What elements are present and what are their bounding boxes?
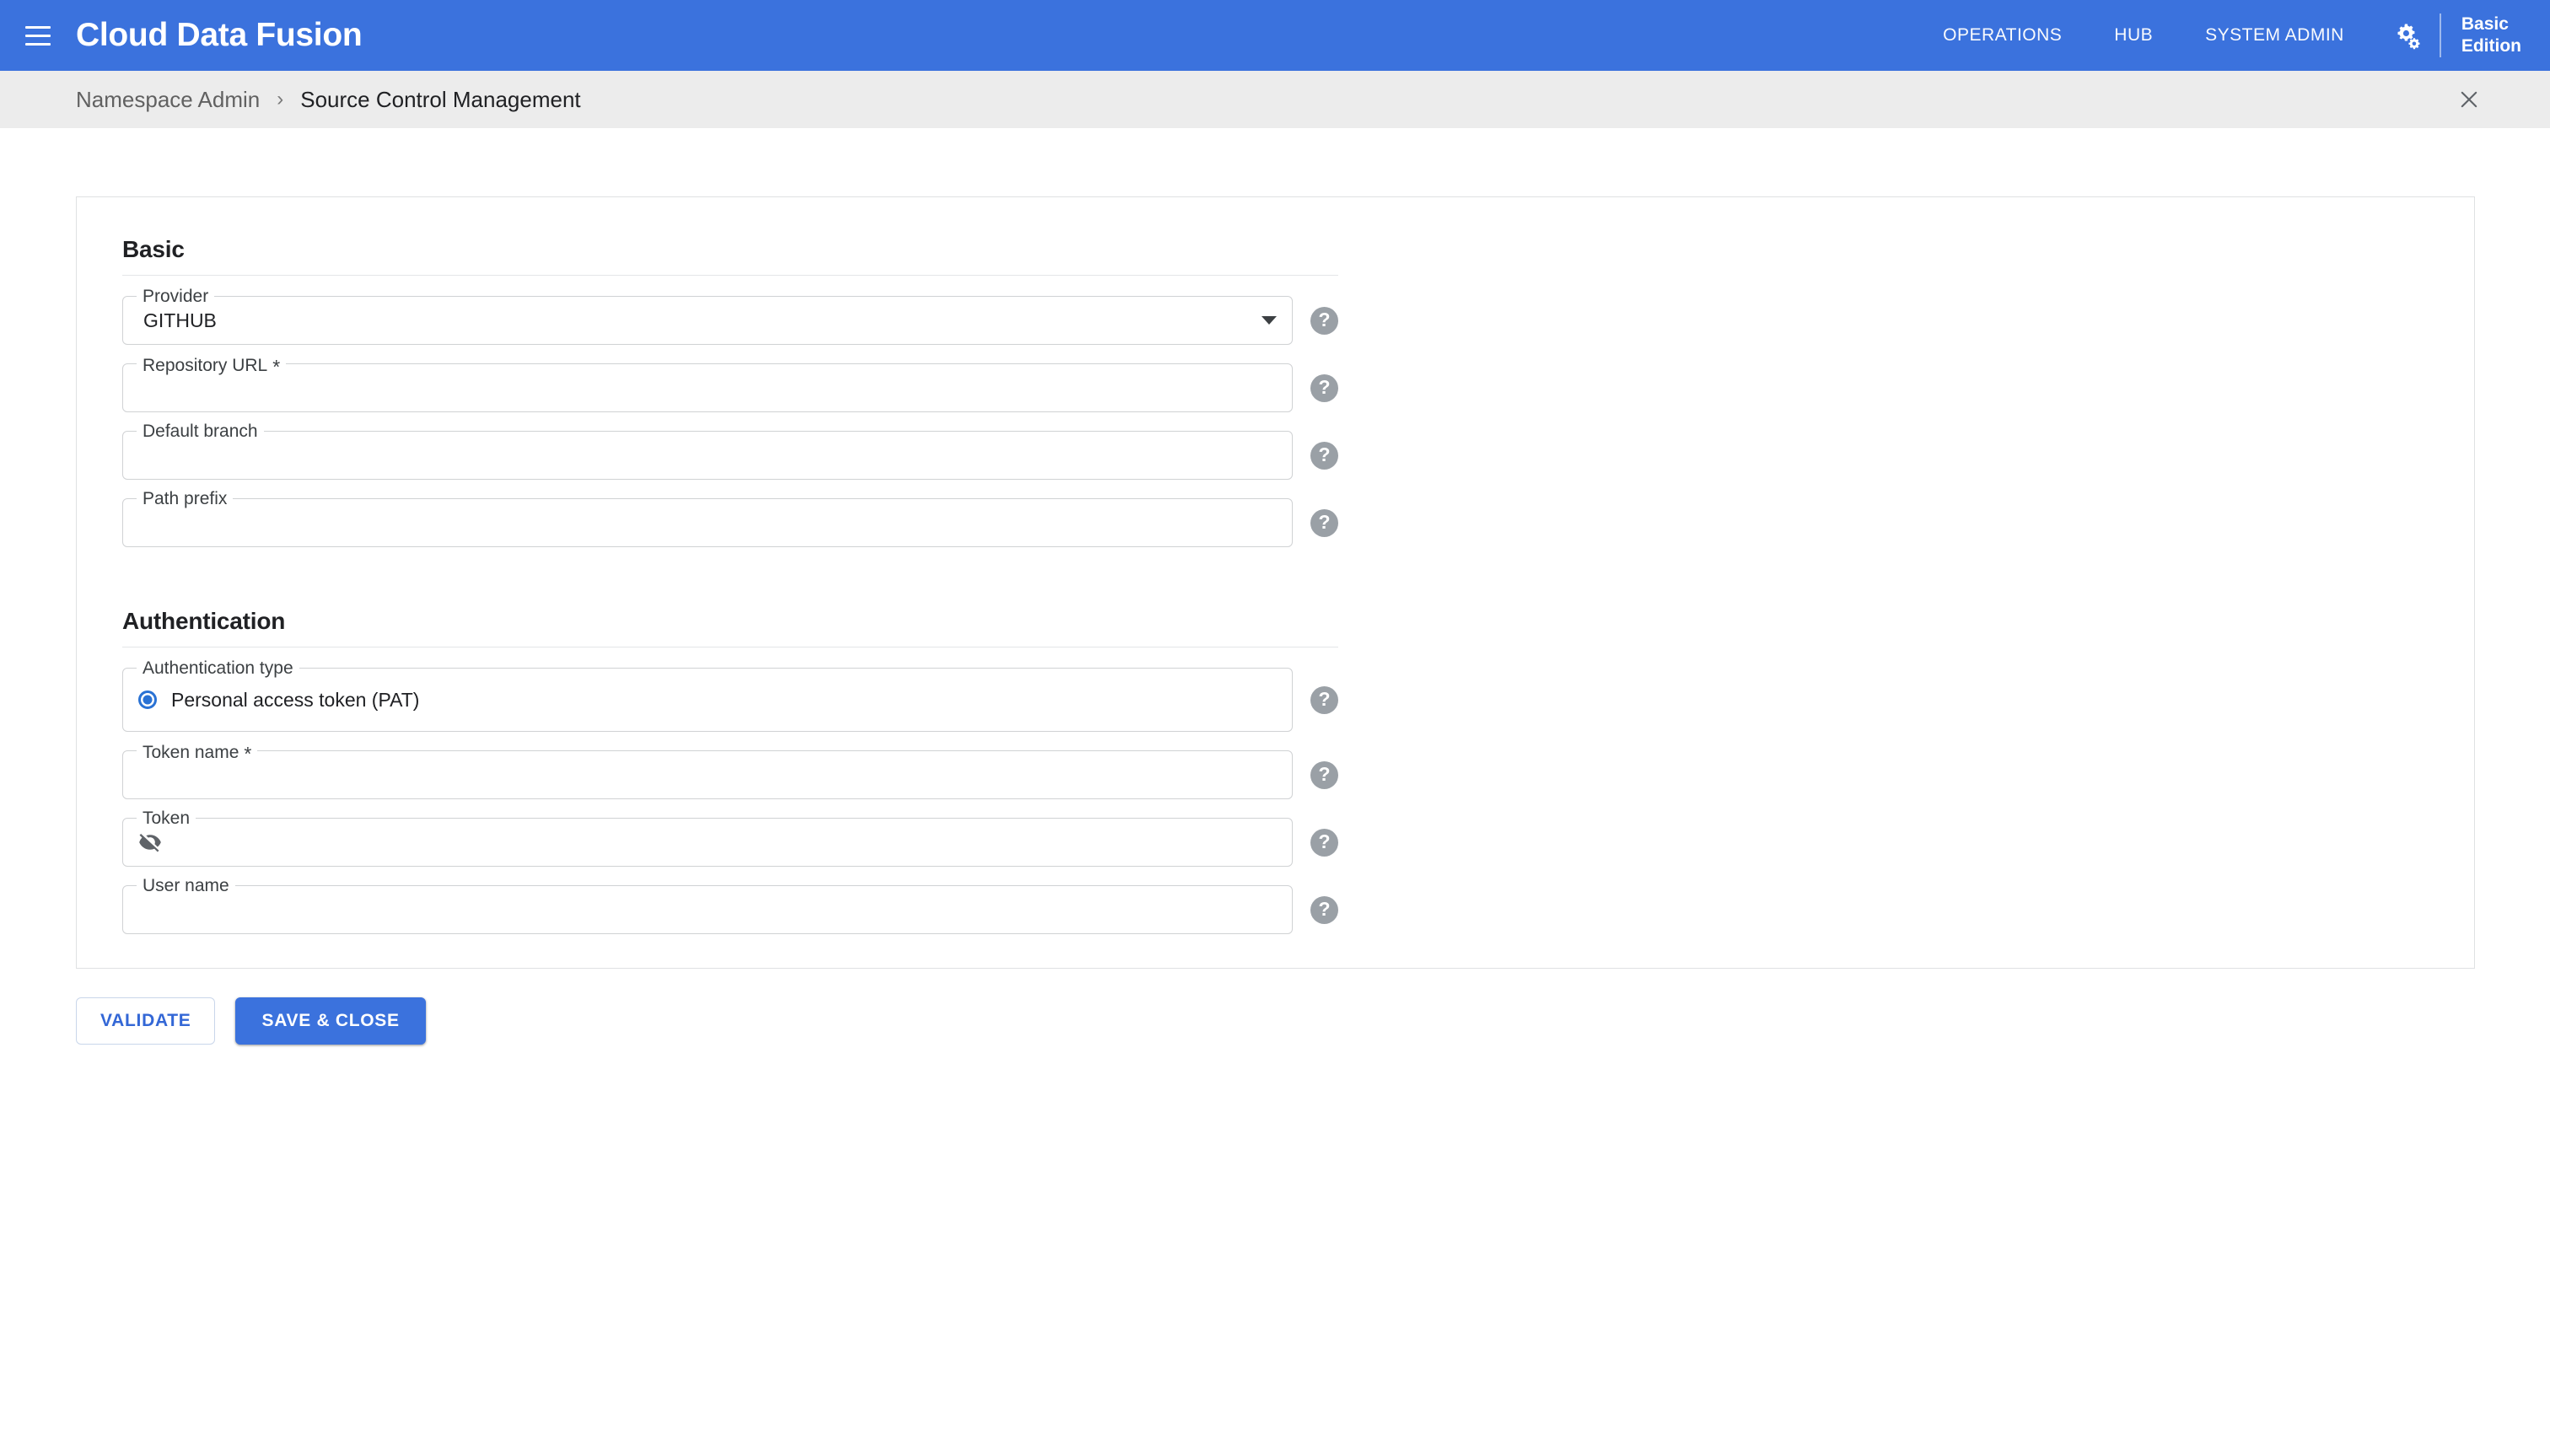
hamburger-bar <box>25 34 51 37</box>
edition-line-1: Basic <box>2461 14 2509 35</box>
field-row-provider: Provider GITHUB ? <box>122 287 1338 345</box>
help-icon[interactable]: ? <box>1310 686 1338 714</box>
validate-button[interactable]: VALIDATE <box>76 997 216 1045</box>
authentication-type-label: Authentication type <box>137 659 299 678</box>
field-row-default-branch: Default branch ? <box>122 422 1338 480</box>
help-icon[interactable]: ? <box>1310 307 1338 335</box>
app-brand-title: Cloud Data Fusion <box>76 17 363 53</box>
default-branch-input[interactable] <box>138 432 1277 479</box>
nav-system-admin[interactable]: SYSTEM ADMIN <box>2179 25 2370 46</box>
field-row-path-prefix: Path prefix ? <box>122 490 1338 547</box>
hamburger-bar <box>25 42 51 46</box>
token-field[interactable]: Token <box>122 809 1293 867</box>
edition-badge: Basic Edition <box>2441 13 2550 56</box>
gear-icon[interactable] <box>2370 21 2440 50</box>
breadcrumb-separator-icon: › <box>277 88 284 110</box>
provider-select[interactable]: Provider GITHUB <box>122 287 1293 345</box>
nav-operations[interactable]: OPERATIONS <box>1917 25 2088 46</box>
breadcrumb-parent-link[interactable]: Namespace Admin <box>76 87 260 113</box>
save-and-close-button[interactable]: SAVE & CLOSE <box>235 997 426 1045</box>
field-row-user-name: User name ? <box>122 877 1338 934</box>
field-row-repository-url: Repository URL * ? <box>122 355 1338 412</box>
path-prefix-field[interactable]: Path prefix <box>122 490 1293 547</box>
breadcrumb: Namespace Admin › Source Control Managem… <box>0 71 2550 128</box>
hamburger-bar <box>25 25 51 29</box>
field-row-token-name: Token name * ? <box>122 742 1338 799</box>
user-name-input[interactable] <box>138 886 1277 933</box>
app-header-nav: OPERATIONS HUB SYSTEM ADMIN Basic Editio… <box>1917 0 2550 71</box>
authentication-type-field: Authentication type Personal access toke… <box>122 659 1293 732</box>
provider-selected-value: GITHUB <box>143 309 217 331</box>
default-branch-field[interactable]: Default branch <box>122 422 1293 480</box>
provider-label: Provider <box>137 287 215 306</box>
radio-option-label: Personal access token (PAT) <box>171 688 420 711</box>
path-prefix-input[interactable] <box>138 499 1277 546</box>
eye-off-icon[interactable] <box>138 830 162 854</box>
token-name-field[interactable]: Token name * <box>122 742 1293 799</box>
app-header: Cloud Data Fusion OPERATIONS HUB SYSTEM … <box>0 0 2550 71</box>
token-input[interactable] <box>165 819 1277 866</box>
radio-icon[interactable] <box>138 690 157 709</box>
page-title: Source Control Management <box>300 86 581 112</box>
repository-url-input[interactable] <box>138 364 1277 411</box>
help-icon[interactable]: ? <box>1310 374 1338 402</box>
help-icon[interactable]: ? <box>1310 829 1338 857</box>
field-row-authentication-type: Authentication type Personal access toke… <box>122 659 1338 732</box>
help-icon[interactable]: ? <box>1310 761 1338 789</box>
close-icon[interactable] <box>2449 79 2489 120</box>
repository-url-field[interactable]: Repository URL * <box>122 355 1293 412</box>
page-body: Basic Provider GITHUB ? Repository URL * … <box>0 196 2550 1456</box>
section-divider <box>122 275 1338 276</box>
token-name-input[interactable] <box>138 751 1277 798</box>
edition-line-2: Edition <box>2461 36 2521 56</box>
form-actions: VALIDATE SAVE & CLOSE <box>76 997 2550 1045</box>
hamburger-menu-icon[interactable] <box>19 16 57 55</box>
help-icon[interactable]: ? <box>1310 509 1338 537</box>
section-title-basic: Basic <box>122 236 185 262</box>
user-name-field[interactable]: User name <box>122 877 1293 934</box>
nav-hub[interactable]: HUB <box>2088 25 2179 46</box>
field-row-token: Token ? <box>122 809 1338 867</box>
help-icon[interactable]: ? <box>1310 442 1338 470</box>
source-control-form-card: Basic Provider GITHUB ? Repository URL * … <box>76 196 2475 969</box>
chevron-down-icon[interactable] <box>1262 316 1277 325</box>
help-icon[interactable]: ? <box>1310 896 1338 924</box>
section-title-authentication: Authentication <box>122 608 286 634</box>
radio-option-pat[interactable]: Personal access token (PAT) <box>138 689 419 712</box>
